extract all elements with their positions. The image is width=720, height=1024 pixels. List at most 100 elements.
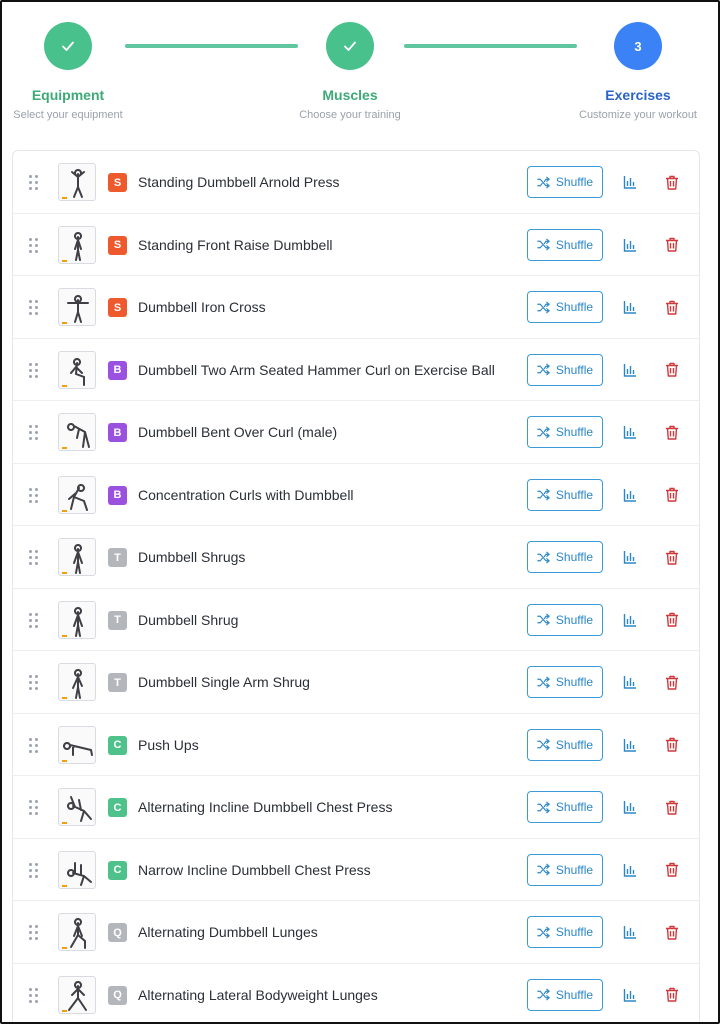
exercise-row: S Standing Dumbbell Arnold Press Shuffle bbox=[13, 151, 699, 214]
bar-chart-icon[interactable] bbox=[621, 361, 639, 379]
muscle-group-badge: B bbox=[108, 485, 127, 505]
drag-handle-icon[interactable] bbox=[29, 987, 39, 1004]
drag-handle-icon[interactable] bbox=[29, 800, 39, 816]
exercise-thumbnail bbox=[58, 413, 96, 451]
shuffle-icon bbox=[537, 801, 550, 813]
muscle-group-badge: Q bbox=[108, 985, 127, 1005]
exercise-name: Dumbbell Iron Cross bbox=[138, 299, 266, 315]
shuffle-label: Shuffle bbox=[555, 550, 594, 564]
bar-chart-icon[interactable] bbox=[621, 923, 639, 941]
bar-chart-icon[interactable] bbox=[621, 423, 639, 441]
trash-icon[interactable] bbox=[663, 736, 681, 754]
exercise-thumbnail bbox=[58, 288, 96, 326]
muscle-group-badge: S bbox=[108, 235, 127, 255]
drag-handle-icon[interactable] bbox=[29, 175, 39, 191]
shuffle-label: Shuffle bbox=[555, 362, 594, 377]
trash-icon[interactable] bbox=[663, 486, 681, 504]
shuffle-button[interactable]: Shuffle bbox=[527, 478, 603, 511]
step-muscles[interactable]: Muscles Choose your training bbox=[270, 22, 430, 121]
exercise-row: S Dumbbell Iron Cross Shuffle bbox=[13, 276, 699, 339]
shuffle-button[interactable]: Shuffle bbox=[527, 978, 603, 1011]
trash-icon[interactable] bbox=[663, 236, 681, 254]
exercise-row: Q Alternating Dumbbell Lunges Shuffle bbox=[13, 901, 699, 964]
shuffle-icon bbox=[537, 363, 550, 376]
shuffle-label: Shuffle bbox=[555, 237, 594, 252]
exercise-row: T Dumbbell Shrugs Shuffle bbox=[13, 526, 699, 589]
shuffle-button[interactable]: Shuffle bbox=[527, 291, 603, 323]
shuffle-button[interactable]: Shuffle bbox=[527, 603, 603, 636]
trash-icon[interactable] bbox=[663, 611, 681, 629]
step-title: Exercises bbox=[605, 87, 671, 103]
exercise-name: Dumbbell Bent Over Curl (male) bbox=[138, 424, 338, 440]
drag-handle-icon[interactable] bbox=[29, 487, 39, 504]
shuffle-icon bbox=[537, 926, 550, 938]
bar-chart-icon[interactable] bbox=[621, 298, 639, 316]
shuffle-icon bbox=[537, 738, 550, 751]
trash-icon[interactable] bbox=[663, 861, 681, 879]
trash-icon[interactable] bbox=[663, 798, 681, 816]
step-equipment[interactable]: Equipment Select your equipment bbox=[2, 22, 148, 121]
exercise-name: Standing Front Raise Dumbbell bbox=[138, 236, 333, 253]
trash-icon[interactable] bbox=[663, 298, 681, 316]
drag-handle-icon[interactable] bbox=[29, 237, 39, 254]
drag-handle-icon[interactable] bbox=[29, 362, 39, 379]
bar-chart-icon[interactable] bbox=[621, 736, 639, 754]
shuffle-label: Shuffle bbox=[555, 612, 594, 627]
shuffle-label: Shuffle bbox=[555, 987, 594, 1002]
bar-chart-icon[interactable] bbox=[621, 861, 639, 879]
shuffle-icon bbox=[537, 426, 550, 438]
shuffle-label: Shuffle bbox=[555, 675, 594, 689]
trash-icon[interactable] bbox=[663, 986, 681, 1004]
bar-chart-icon[interactable] bbox=[621, 236, 639, 254]
exercise-name: Alternating Incline Dumbbell Chest Press bbox=[138, 799, 393, 815]
muscle-group-badge: B bbox=[108, 423, 127, 442]
shuffle-label: Shuffle bbox=[555, 800, 594, 814]
shuffle-icon bbox=[537, 488, 550, 501]
drag-handle-icon[interactable] bbox=[29, 925, 39, 941]
step-exercises[interactable]: 3 Exercises Customize your workout bbox=[558, 22, 718, 121]
drag-handle-icon[interactable] bbox=[29, 675, 39, 691]
step-subtitle: Choose your training bbox=[299, 109, 401, 121]
shuffle-button[interactable]: Shuffle bbox=[527, 228, 603, 261]
bar-chart-icon[interactable] bbox=[621, 798, 639, 816]
shuffle-button[interactable]: Shuffle bbox=[527, 666, 603, 698]
shuffle-button[interactable]: Shuffle bbox=[527, 353, 603, 386]
trash-icon[interactable] bbox=[663, 923, 681, 941]
shuffle-button[interactable]: Shuffle bbox=[527, 416, 603, 448]
bar-chart-icon[interactable] bbox=[621, 673, 639, 691]
shuffle-button[interactable]: Shuffle bbox=[527, 541, 603, 573]
exercise-row: B Dumbbell Bent Over Curl (male) Shuffle bbox=[13, 401, 699, 464]
trash-icon[interactable] bbox=[663, 673, 681, 691]
bar-chart-icon[interactable] bbox=[621, 986, 639, 1004]
drag-handle-icon[interactable] bbox=[29, 550, 39, 566]
muscle-group-badge: T bbox=[108, 673, 127, 692]
exercise-name: Alternating Lateral Bodyweight Lunges bbox=[138, 986, 378, 1003]
shuffle-button[interactable]: Shuffle bbox=[527, 791, 603, 823]
shuffle-button[interactable]: Shuffle bbox=[527, 853, 603, 886]
check-icon bbox=[326, 22, 374, 70]
exercise-thumbnail bbox=[58, 725, 96, 764]
shuffle-icon bbox=[537, 551, 550, 563]
exercise-thumbnail bbox=[58, 538, 96, 576]
shuffle-button[interactable]: Shuffle bbox=[527, 728, 603, 761]
trash-icon[interactable] bbox=[663, 361, 681, 379]
bar-chart-icon[interactable] bbox=[621, 173, 639, 191]
trash-icon[interactable] bbox=[663, 423, 681, 441]
drag-handle-icon[interactable] bbox=[29, 612, 39, 629]
bar-chart-icon[interactable] bbox=[621, 486, 639, 504]
shuffle-icon bbox=[537, 988, 550, 1001]
exercise-name: Dumbbell Two Arm Seated Hammer Curl on E… bbox=[138, 361, 495, 378]
drag-handle-icon[interactable] bbox=[29, 300, 39, 316]
drag-handle-icon[interactable] bbox=[29, 862, 39, 879]
bar-chart-icon[interactable] bbox=[621, 548, 639, 566]
drag-handle-icon[interactable] bbox=[29, 425, 39, 441]
bar-chart-icon[interactable] bbox=[621, 611, 639, 629]
shuffle-button[interactable]: Shuffle bbox=[527, 916, 603, 948]
trash-icon[interactable] bbox=[663, 548, 681, 566]
exercise-row: C Narrow Incline Dumbbell Chest Press Shuf… bbox=[13, 839, 699, 901]
drag-handle-icon[interactable] bbox=[29, 737, 39, 754]
trash-icon[interactable] bbox=[663, 173, 681, 191]
shuffle-button[interactable]: Shuffle bbox=[527, 166, 603, 198]
exercise-name: Push Ups bbox=[138, 736, 199, 753]
shuffle-icon bbox=[537, 676, 550, 688]
